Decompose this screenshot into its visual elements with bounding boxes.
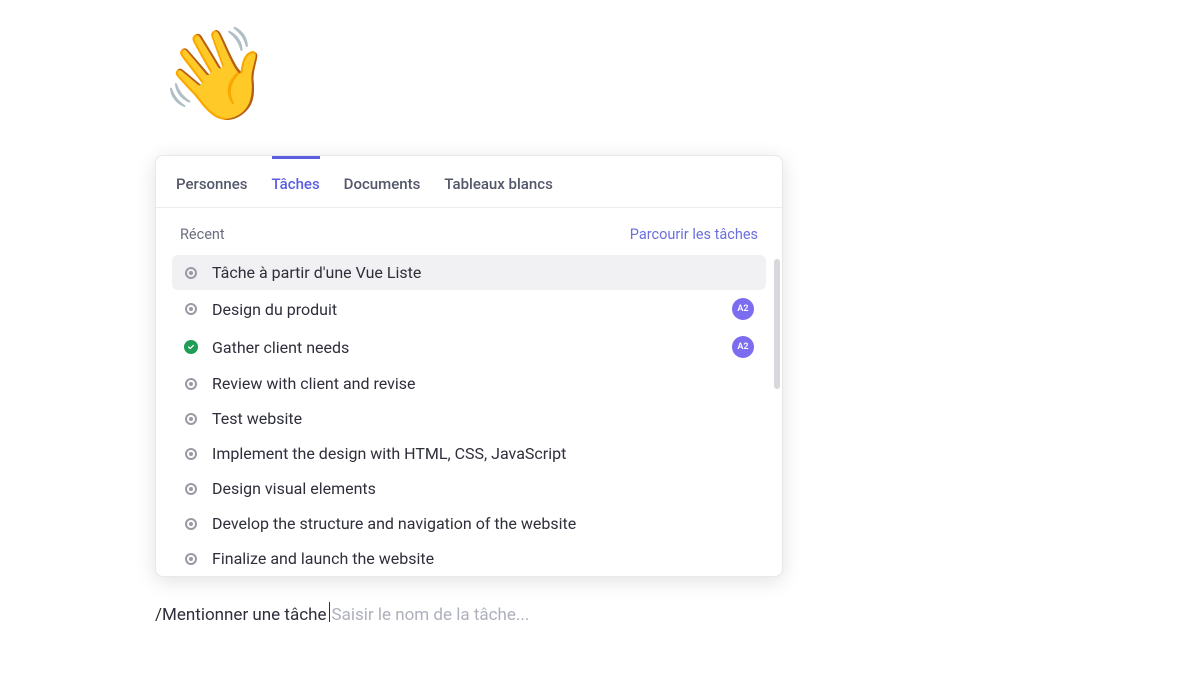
popup-tabs: Personnes Tâches Documents Tableaux blancs [156, 156, 782, 208]
status-open-icon [184, 482, 198, 496]
mention-slash: / [155, 605, 162, 625]
status-open-icon [184, 266, 198, 280]
task-label: Design visual elements [212, 479, 754, 498]
task-label: Design du produit [212, 300, 718, 319]
scrollbar[interactable] [774, 259, 780, 389]
task-list: Tâche à partir d'une Vue Liste Design du … [168, 255, 770, 576]
task-label: Implement the design with HTML, CSS, Jav… [212, 444, 754, 463]
status-open-icon [184, 302, 198, 316]
task-label: Develop the structure and navigation of … [212, 514, 754, 533]
mention-command-text: Mentionner une tâche [162, 605, 326, 625]
tab-tableaux-blancs[interactable]: Tableaux blancs [444, 156, 552, 207]
task-row[interactable]: Develop the structure and navigation of … [172, 506, 766, 541]
task-label: Test website [212, 409, 754, 428]
text-cursor [329, 602, 330, 622]
tab-tâches[interactable]: Tâches [272, 156, 320, 207]
status-open-icon [184, 552, 198, 566]
wave-emoji: 👋 [160, 30, 272, 120]
mention-placeholder: Saisir le nom de la tâche... [332, 605, 530, 625]
section-header: Récent Parcourir les tâches [156, 208, 782, 255]
status-open-icon [184, 377, 198, 391]
task-row[interactable]: Finalize and launch the website [172, 541, 766, 576]
task-label: Tâche à partir d'une Vue Liste [212, 263, 754, 282]
mention-input-line[interactable]: / Mentionner une tâche Saisir le nom de … [155, 600, 529, 625]
status-done-icon [184, 340, 198, 354]
task-row[interactable]: Design visual elements [172, 471, 766, 506]
mention-popup: PersonnesTâchesDocumentsTableaux blancs … [155, 155, 783, 577]
tab-personnes[interactable]: Personnes [176, 156, 248, 207]
status-open-icon [184, 447, 198, 461]
task-row[interactable]: Tâche à partir d'une Vue Liste [172, 255, 766, 290]
task-label: Finalize and launch the website [212, 549, 754, 568]
task-label: Review with client and revise [212, 374, 754, 393]
task-row[interactable]: Review with client and revise [172, 366, 766, 401]
assignee-avatar: A2 [732, 336, 754, 358]
task-row[interactable]: Gather client needs A2 [172, 328, 766, 366]
status-open-icon [184, 517, 198, 531]
task-list-wrap: Tâche à partir d'une Vue Liste Design du … [156, 255, 782, 576]
status-open-icon [184, 412, 198, 426]
browse-tasks-link[interactable]: Parcourir les tâches [630, 226, 758, 243]
task-row[interactable]: Design du produit A2 [172, 290, 766, 328]
task-label: Gather client needs [212, 338, 718, 357]
section-label: Récent [180, 226, 225, 243]
assignee-avatar: A2 [732, 298, 754, 320]
task-row[interactable]: Implement the design with HTML, CSS, Jav… [172, 436, 766, 471]
task-row[interactable]: Test website [172, 401, 766, 436]
tab-documents[interactable]: Documents [344, 156, 421, 207]
